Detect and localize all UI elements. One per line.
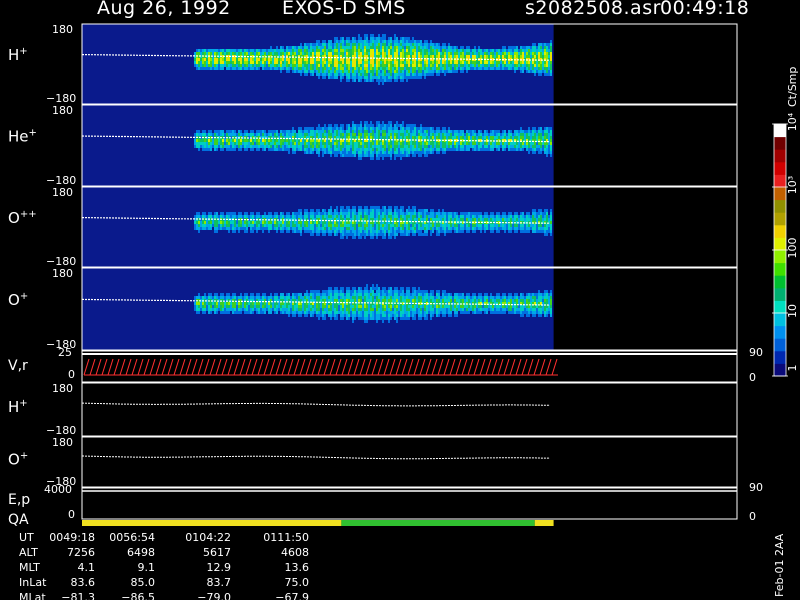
colorbar-step xyxy=(774,124,786,138)
footer-value: −86.5 xyxy=(121,591,155,600)
footer-value: 85.0 xyxy=(131,576,156,589)
colorbar-step xyxy=(774,275,786,289)
qa-segment xyxy=(534,520,554,526)
line-panel-frame xyxy=(81,436,738,488)
y-tick-max: 180 xyxy=(52,23,73,36)
colorbar-title: Ct/Smp xyxy=(786,67,799,107)
colorbar-step xyxy=(774,237,786,251)
footer-row-label: UT xyxy=(19,531,34,544)
footer-value: 13.6 xyxy=(285,561,310,574)
y-tick-max: 180 xyxy=(52,436,73,449)
y-tick-max: 180 xyxy=(52,104,73,117)
qa-segment xyxy=(82,520,342,526)
vr-y-max: 25 xyxy=(58,346,72,359)
ep-y-min: 0 xyxy=(68,508,75,521)
panel-label: H+ xyxy=(8,46,28,64)
colorbar-tick-label: 10 xyxy=(786,304,799,318)
footer-value: 4.1 xyxy=(78,561,96,574)
footer-row-label: ALT xyxy=(19,546,38,559)
footer-value: 7256 xyxy=(67,546,95,559)
y-tick-max: 180 xyxy=(52,267,73,280)
spectrogram-plot: H+180−180He+180−180O++180−180O+180−180V,… xyxy=(8,23,799,600)
qa-segment xyxy=(341,520,535,526)
vr-right-max: 90 xyxy=(749,346,763,359)
ep-right-max: 90 xyxy=(749,481,763,494)
footer-value: 0104:22 xyxy=(185,531,231,544)
vr-panel-frame xyxy=(81,350,738,383)
panel-label: O+ xyxy=(8,291,28,309)
ep-y-max: 4000 xyxy=(44,483,72,496)
colorbar-step xyxy=(774,262,786,276)
qa-label: QA xyxy=(8,512,29,528)
footer-row-label: MLT xyxy=(19,561,40,574)
colorbar-step xyxy=(774,161,786,175)
footer-value: 4608 xyxy=(281,546,309,559)
ep-panel-frame xyxy=(81,487,738,520)
footer-value: 0049:18 xyxy=(49,531,95,544)
colorbar-step xyxy=(774,224,786,238)
colorbar-step xyxy=(774,300,786,314)
footer-value: 0056:54 xyxy=(109,531,155,544)
ep-right-min: 0 xyxy=(749,510,756,523)
colorbar-tick-label: 10⁴ xyxy=(786,112,799,131)
y-tick-max: 180 xyxy=(52,186,73,199)
footer-value: −81.3 xyxy=(61,591,95,600)
vr-label: V,r xyxy=(8,358,28,374)
footer-row-label: MLat xyxy=(19,591,46,600)
vr-right-min: 0 xyxy=(749,371,756,384)
colorbar-step xyxy=(774,149,786,163)
panel-label: He+ xyxy=(8,127,37,145)
line-panel-label: H+ xyxy=(8,398,28,416)
footer-value: 83.7 xyxy=(207,576,232,589)
vr-y-min: 0 xyxy=(68,368,75,381)
colorbar-step xyxy=(774,287,786,301)
colorbar-step xyxy=(774,199,786,213)
colorbar-step xyxy=(774,325,786,339)
footer-value: −79.0 xyxy=(197,591,231,600)
footer-value: 6498 xyxy=(127,546,155,559)
footer-value: 9.1 xyxy=(138,561,156,574)
y-tick-max: 180 xyxy=(52,382,73,395)
footer-row-label: InLat xyxy=(19,576,47,589)
ep-label: E,p xyxy=(8,492,30,508)
panel-label: O++ xyxy=(8,209,37,227)
colorbar-step xyxy=(774,250,786,264)
colorbar-tick-label: 100 xyxy=(786,238,799,259)
footer-value: 12.9 xyxy=(207,561,232,574)
line-panel-label: O+ xyxy=(8,451,28,469)
colorbar-step xyxy=(774,136,786,150)
colorbar-tick-label: 1 xyxy=(786,365,799,372)
footer-value: 0111:50 xyxy=(263,531,309,544)
colorbar-step xyxy=(774,313,786,327)
footer-stamp: Feb-01 2AA xyxy=(773,533,786,597)
colorbar-step xyxy=(774,174,786,188)
footer-value: 83.6 xyxy=(71,576,96,589)
colorbar-step xyxy=(774,350,786,364)
footer-value: −67.9 xyxy=(275,591,309,600)
colorbar-step xyxy=(774,363,786,377)
colorbar-step xyxy=(774,187,786,201)
colorbar-step xyxy=(774,212,786,226)
line-panel-frame xyxy=(81,382,738,437)
colorbar-step xyxy=(774,338,786,352)
footer-value: 5617 xyxy=(203,546,231,559)
colorbar-tick-label: 10³ xyxy=(786,176,799,194)
footer-value: 75.0 xyxy=(285,576,310,589)
